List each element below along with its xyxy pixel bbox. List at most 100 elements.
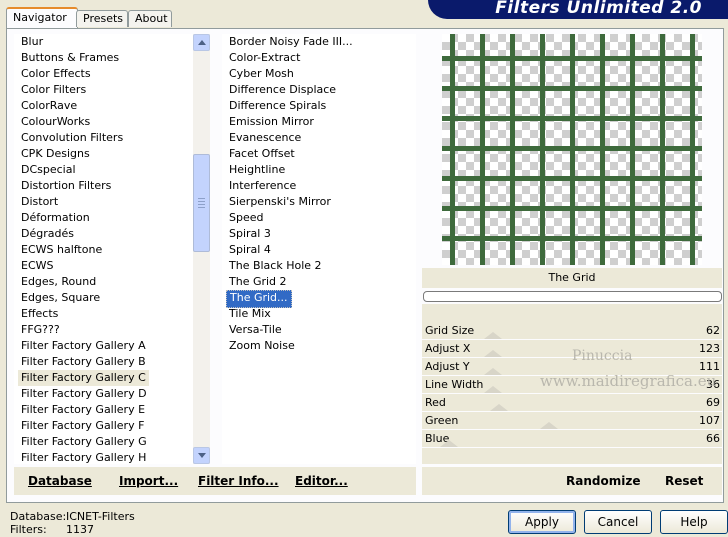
param-slider-thumb[interactable] (484, 368, 502, 375)
filter-item[interactable]: Difference Displace (226, 82, 339, 98)
editor-button[interactable]: Editor... (295, 474, 348, 488)
category-item[interactable]: ECWS (18, 258, 57, 274)
param-row[interactable]: Green 107 (422, 412, 722, 430)
filter-list[interactable]: Border Noisy Fade III... Color-Extract Cyb… (222, 34, 416, 464)
filter-item[interactable]: Cyber Mosh (226, 66, 297, 82)
category-item[interactable]: DCspecial (18, 162, 79, 178)
category-item[interactable]: Filter Factory Gallery C (18, 370, 149, 386)
filter-item[interactable]: Facet Offset (226, 146, 298, 162)
param-slider-thumb[interactable] (484, 386, 502, 393)
randomize-button[interactable]: Randomize (566, 474, 640, 488)
watermark-url: www.maidiregrafica.eu (540, 372, 717, 390)
category-item[interactable]: Filter Factory Gallery G (18, 434, 150, 450)
grid-line-horizontal (442, 86, 702, 91)
param-label: Adjust Y (425, 360, 470, 373)
category-item[interactable]: Filter Factory Gallery H (18, 450, 149, 464)
filter-item[interactable]: Interference (226, 178, 299, 194)
help-button[interactable]: Help (660, 510, 728, 534)
param-value: 62 (706, 324, 720, 337)
app-title: Filters Unlimited 2.0 (495, 0, 702, 18)
filter-item[interactable]: Color-Extract (226, 50, 303, 66)
filters-count: 1137 (66, 523, 94, 536)
category-item[interactable]: ECWS halftone (18, 242, 105, 258)
category-item[interactable]: Blur (18, 34, 46, 50)
param-slider-thumb[interactable] (490, 404, 508, 411)
database-value: ICNET-Filters (66, 510, 135, 523)
app-banner: Filters Unlimited 2.0 (428, 0, 728, 19)
chevron-down-icon (198, 453, 206, 458)
param-slider-thumb[interactable] (484, 332, 502, 339)
category-item[interactable]: CPK Designs (18, 146, 93, 162)
filter-item[interactable]: Evanescence (226, 130, 304, 146)
category-item[interactable]: Edges, Square (18, 290, 103, 306)
filter-item[interactable]: Border Noisy Fade III... (226, 34, 356, 50)
filter-info-button[interactable]: Filter Info... (198, 474, 279, 488)
grid-line-horizontal (442, 56, 702, 61)
database-button[interactable]: Database (28, 474, 92, 488)
category-item[interactable]: Filter Factory Gallery B (18, 354, 149, 370)
filter-item[interactable]: Tile Mix (226, 306, 274, 322)
param-row[interactable]: Grid Size 62 (422, 322, 722, 340)
param-row[interactable]: Red 69 (422, 394, 722, 412)
navigator-toolbar: Database Import... Filter Info... Editor… (14, 467, 416, 495)
category-item[interactable]: Convolution Filters (18, 130, 126, 146)
parameter-toolbar: Randomize Reset (422, 467, 722, 495)
param-slider-thumb[interactable] (440, 440, 458, 447)
import-button[interactable]: Import... (119, 474, 178, 488)
category-item[interactable]: ColourWorks (18, 114, 93, 130)
category-item[interactable]: ColorRave (18, 98, 80, 114)
category-item[interactable]: Filter Factory Gallery A (18, 338, 149, 354)
filters-label: Filters: (10, 523, 47, 536)
filter-item[interactable]: Speed (226, 210, 266, 226)
tab-navigator[interactable]: Navigator (6, 7, 78, 29)
tab-about[interactable]: About (128, 10, 172, 27)
tab-presets[interactable]: Presets (76, 10, 128, 27)
scroll-thumb[interactable] (193, 154, 210, 252)
category-list[interactable]: Blur Buttons & Frames Color Effects Color F… (14, 34, 210, 464)
category-item[interactable]: Color Filters (18, 82, 89, 98)
category-item[interactable]: Déformation (18, 210, 93, 226)
apply-button[interactable]: Apply (508, 510, 576, 534)
filter-item[interactable]: Spiral 4 (226, 242, 274, 258)
category-item[interactable]: Filter Factory Gallery E (18, 402, 148, 418)
filter-item[interactable]: Sierpenski's Mirror (226, 194, 334, 210)
category-item[interactable]: Distortion Filters (18, 178, 114, 194)
param-value: 66 (706, 432, 720, 445)
filter-item[interactable]: Versa-Tile (226, 322, 285, 338)
param-label: Adjust X (425, 342, 471, 355)
param-value: 107 (699, 414, 720, 427)
filter-item[interactable]: Difference Spirals (226, 98, 329, 114)
param-slider-thumb[interactable] (540, 422, 558, 429)
filter-item[interactable]: Spiral 3 (226, 226, 274, 242)
filter-item[interactable]: The Grid 2 (226, 274, 290, 290)
category-item[interactable]: Filter Factory Gallery D (18, 386, 150, 402)
scroll-up-button[interactable] (193, 34, 210, 51)
category-item[interactable]: FFG??? (18, 322, 63, 338)
category-item[interactable]: Edges, Round (18, 274, 99, 290)
chevron-up-icon (198, 40, 206, 45)
category-scrollbar[interactable] (193, 34, 210, 464)
cancel-button[interactable]: Cancel (584, 510, 652, 534)
filter-item[interactable]: Heightline (226, 162, 288, 178)
category-item[interactable]: Buttons & Frames (18, 50, 122, 66)
param-slider-thumb[interactable] (484, 350, 502, 357)
filter-item[interactable]: Zoom Noise (226, 338, 298, 354)
category-item[interactable]: Distort (18, 194, 61, 210)
filter-item[interactable]: The Black Hole 2 (226, 258, 325, 274)
category-item[interactable]: Filter Factory Gallery F (18, 418, 147, 434)
param-row[interactable]: Blue 66 (422, 430, 722, 448)
reset-button[interactable]: Reset (665, 474, 703, 488)
filter-name-label: The Grid (422, 268, 722, 288)
category-item[interactable]: Effects (18, 306, 61, 322)
param-label: Red (425, 396, 446, 409)
param-label: Line Width (425, 378, 484, 391)
grid-line-horizontal (442, 206, 702, 211)
watermark-name: Pinuccia (572, 348, 633, 364)
category-item[interactable]: Dégradés (18, 226, 77, 242)
scroll-down-button[interactable] (193, 447, 210, 464)
category-item[interactable]: Color Effects (18, 66, 94, 82)
param-slider-track[interactable] (422, 447, 722, 448)
filter-item[interactable]: Emission Mirror (226, 114, 317, 130)
preview-image (442, 34, 702, 265)
grid-line-horizontal (442, 176, 702, 181)
